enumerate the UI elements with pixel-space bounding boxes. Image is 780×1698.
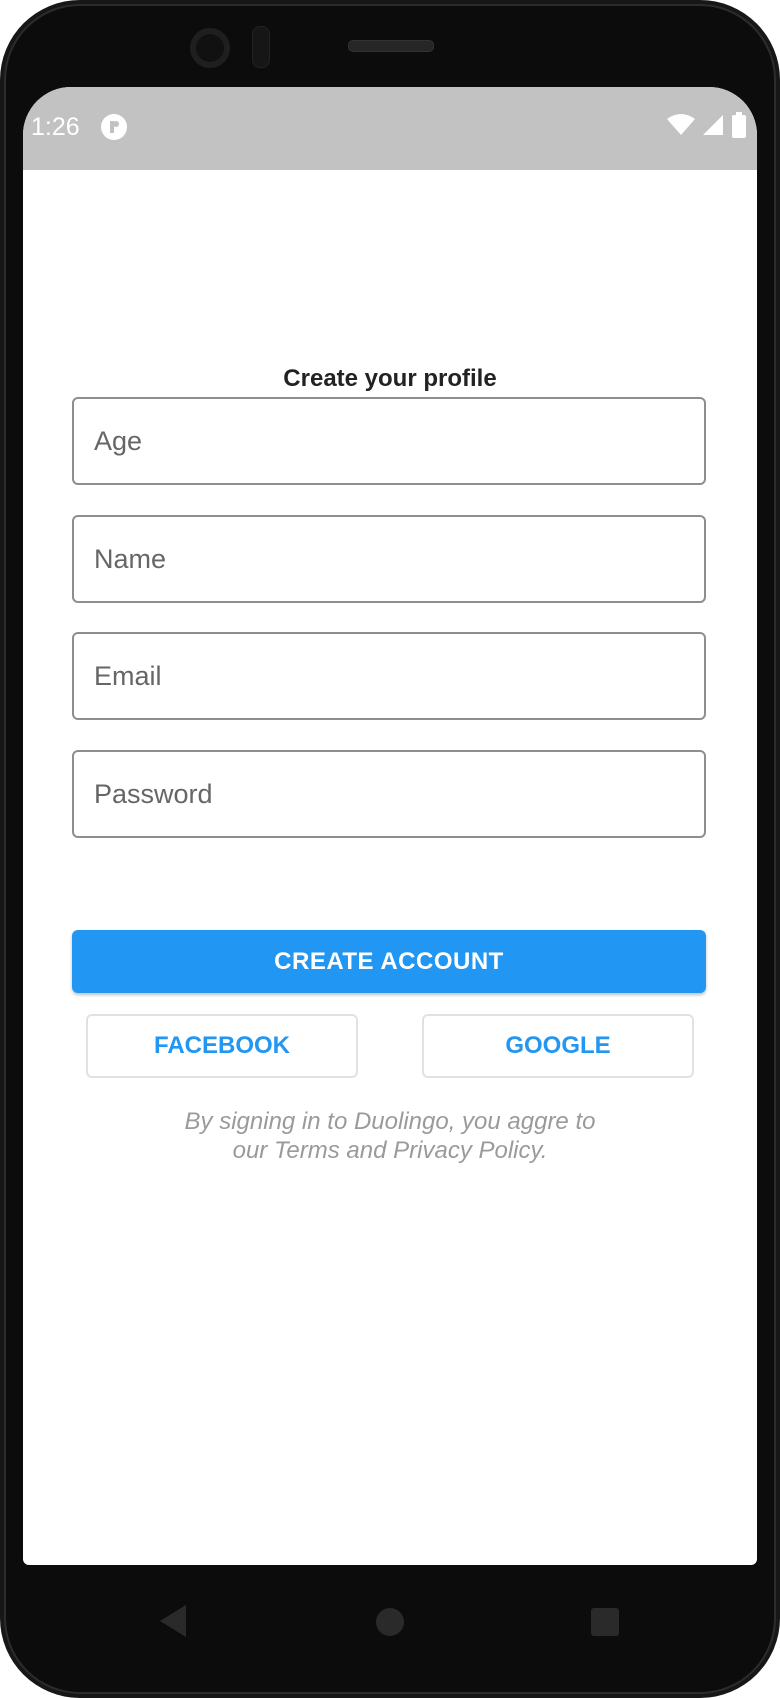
home-icon[interactable] — [376, 1608, 404, 1636]
earpiece-speaker — [348, 40, 434, 52]
wifi-icon — [667, 114, 695, 135]
status-time: 1:26 — [31, 113, 80, 141]
age-input[interactable] — [74, 399, 704, 483]
email-input[interactable] — [74, 634, 704, 718]
password-input[interactable] — [74, 752, 704, 836]
password-field[interactable] — [72, 750, 706, 838]
status-bar: 1:26 — [23, 87, 757, 170]
page-title: Create your profile — [283, 365, 497, 392]
age-field[interactable] — [72, 397, 706, 485]
google-button[interactable]: GOOGLE — [422, 1014, 694, 1078]
screen: 1:26 Create your profile CREATE ACCOUNT … — [23, 87, 757, 1565]
create-account-button[interactable]: CREATE ACCOUNT — [72, 930, 706, 993]
terms-text: By signing in to Duolingo, you aggre to … — [23, 1107, 757, 1165]
email-field[interactable] — [72, 632, 706, 720]
status-icons — [667, 112, 747, 138]
name-input[interactable] — [74, 517, 704, 601]
facebook-button[interactable]: FACEBOOK — [86, 1014, 358, 1078]
terms-line-2: our Terms and Privacy Policy. — [232, 1137, 548, 1164]
app-notification-icon — [101, 114, 127, 140]
back-icon[interactable] — [160, 1605, 186, 1637]
terms-line-1: By signing in to Duolingo, you aggre to — [184, 1108, 596, 1135]
phone-frame: 1:26 Create your profile CREATE ACCOUNT … — [0, 0, 780, 1698]
battery-icon — [732, 112, 746, 138]
proximity-sensor — [252, 26, 270, 68]
signal-icon — [703, 115, 723, 135]
navigation-bar — [0, 1565, 780, 1698]
name-field[interactable] — [72, 515, 706, 603]
recents-icon[interactable] — [591, 1608, 619, 1636]
front-camera — [190, 28, 230, 68]
